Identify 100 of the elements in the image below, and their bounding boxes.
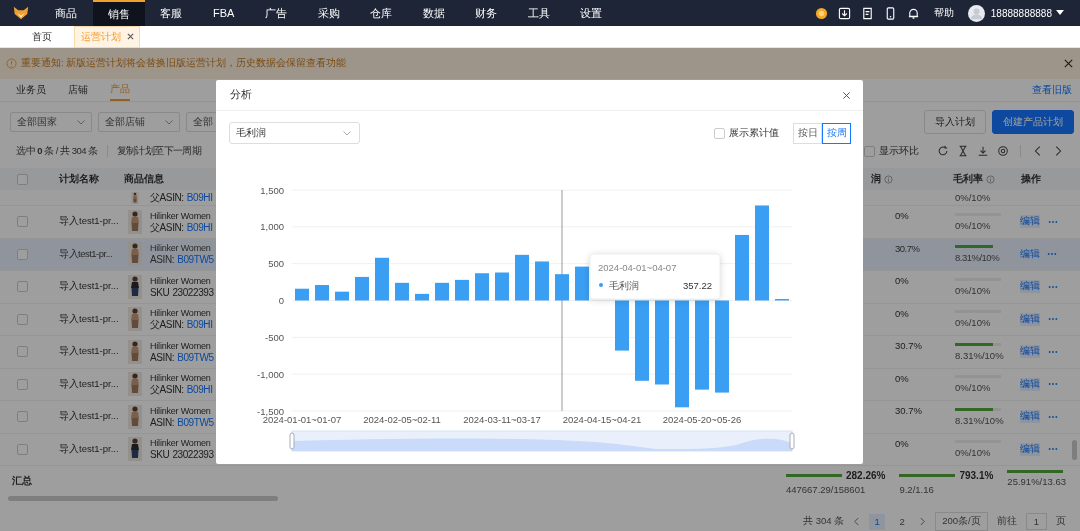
nav-tab[interactable]: 数据: [407, 0, 460, 26]
asin-link[interactable]: B09TW5: [177, 416, 214, 429]
document-icon[interactable]: [860, 6, 874, 20]
chart-bar[interactable]: [375, 257, 389, 301]
row-checkbox[interactable]: [17, 281, 28, 293]
more-icon[interactable]: [1048, 284, 1058, 289]
chart-bar[interactable]: [355, 276, 369, 301]
chart-bar[interactable]: [575, 266, 589, 301]
nav-tab[interactable]: 广告: [250, 0, 303, 26]
fox-logo-icon[interactable]: [12, 4, 30, 22]
close-icon[interactable]: [1063, 58, 1074, 69]
chart-bar[interactable]: [435, 282, 449, 301]
chart-bar[interactable]: [475, 273, 489, 301]
scrollbar-thumb[interactable]: [1072, 440, 1077, 460]
edit-link[interactable]: 编辑: [1020, 442, 1040, 456]
avatar-icon[interactable]: [967, 4, 985, 22]
edit-link[interactable]: 编辑: [1020, 312, 1040, 326]
plan-name[interactable]: 导入test1-pr...: [59, 215, 119, 227]
old-version-link[interactable]: 查看旧版: [1032, 83, 1072, 97]
chart-bar[interactable]: [735, 234, 749, 301]
page-input[interactable]: 1: [1025, 513, 1047, 530]
help-link[interactable]: 帮助: [933, 6, 954, 20]
asin-link[interactable]: B09TW5: [177, 254, 214, 267]
chart-bar[interactable]: [315, 285, 329, 301]
nav-tab[interactable]: 商品: [40, 0, 93, 26]
nav-tab[interactable]: FBA: [197, 0, 250, 26]
more-icon[interactable]: [1048, 349, 1058, 354]
chart-bar[interactable]: [635, 300, 649, 381]
nav-tab[interactable]: 客服: [145, 0, 198, 26]
create-button[interactable]: 创建产品计划: [992, 110, 1074, 134]
edit-link[interactable]: 编辑: [1020, 280, 1040, 294]
nav-tab[interactable]: 设置: [565, 0, 618, 26]
chart-bar[interactable]: [515, 254, 529, 301]
row-checkbox[interactable]: [17, 346, 28, 358]
edit-link[interactable]: 编辑: [1020, 377, 1040, 391]
chart-bar[interactable]: [535, 261, 549, 301]
hourglass-icon[interactable]: [957, 145, 969, 157]
page-button[interactable]: 1: [869, 513, 886, 530]
nav-tab[interactable]: 销售: [92, 0, 145, 26]
plan-name[interactable]: 导入test1-pr...: [59, 312, 119, 324]
more-icon[interactable]: [1048, 317, 1058, 322]
edit-link[interactable]: 编辑: [1020, 345, 1040, 359]
asin-link[interactable]: B09HI: [186, 221, 213, 234]
cumulative-checkbox[interactable]: [714, 127, 725, 139]
row-checkbox[interactable]: [17, 378, 28, 390]
row-checkbox[interactable]: [17, 443, 28, 455]
plan-name[interactable]: 导入test1-pr...: [59, 345, 119, 357]
plan-name[interactable]: 导入test1-pr...: [59, 442, 119, 454]
chart-bar[interactable]: [395, 282, 409, 301]
row-checkbox[interactable]: [17, 313, 28, 325]
asin-link[interactable]: B09HI: [186, 319, 213, 332]
page-size-select[interactable]: 200条/页: [935, 512, 988, 531]
plan-name[interactable]: 导入test1-pr...: [59, 247, 113, 259]
import-button[interactable]: 导入计划: [924, 110, 986, 134]
more-icon[interactable]: [1048, 219, 1058, 224]
nav-tab[interactable]: 采购: [302, 0, 355, 26]
edit-link[interactable]: 编辑: [1020, 247, 1039, 261]
chart-bar[interactable]: [695, 300, 709, 390]
filter-select[interactable]: 全部店铺: [98, 112, 180, 132]
settings-icon[interactable]: [997, 145, 1009, 157]
chart-bar[interactable]: [655, 300, 669, 385]
refresh-icon[interactable]: [937, 145, 949, 157]
chart-bar[interactable]: [755, 205, 769, 301]
caret-icon[interactable]: [1056, 10, 1064, 16]
page-button[interactable]: 2: [894, 513, 911, 530]
chart-bar[interactable]: [335, 291, 349, 301]
asin-link[interactable]: B09TW5: [177, 351, 214, 364]
scrollbar-thumb[interactable]: [8, 496, 278, 501]
more-icon[interactable]: [1048, 447, 1058, 452]
row-checkbox[interactable]: [17, 411, 28, 423]
plan-name[interactable]: 导入test1-pr...: [59, 377, 119, 389]
plan-name[interactable]: 导入test1-pr...: [59, 410, 119, 422]
edit-link[interactable]: 编辑: [1020, 410, 1040, 424]
chart-bar[interactable]: [555, 274, 569, 301]
plan-name[interactable]: 导入test1-pr...: [59, 280, 119, 292]
period-toggle[interactable]: 按日: [793, 122, 822, 144]
close-icon[interactable]: [842, 90, 851, 100]
asin-link[interactable]: B09HI: [186, 191, 213, 204]
edit-link[interactable]: 编辑: [1020, 215, 1040, 229]
nav-tab[interactable]: 工具: [512, 0, 565, 26]
chart-bar[interactable]: [455, 279, 469, 301]
compare-checkbox[interactable]: [864, 145, 875, 157]
page-tab[interactable]: 首页: [22, 26, 62, 47]
sub-tab[interactable]: 业务员: [16, 79, 46, 101]
asin-link[interactable]: B09HI: [186, 384, 213, 397]
chevron-right-icon[interactable]: [919, 517, 927, 526]
more-icon[interactable]: [1047, 252, 1057, 257]
range-slider[interactable]: [289, 430, 795, 452]
close-icon[interactable]: [127, 33, 134, 40]
bell-icon[interactable]: [906, 6, 920, 20]
row-checkbox[interactable]: [17, 216, 28, 228]
user-name[interactable]: 18888888888: [990, 7, 1052, 19]
sub-tab[interactable]: 店铺: [68, 79, 88, 101]
coin-icon[interactable]: [814, 6, 828, 20]
chevron-left-icon[interactable]: [853, 517, 861, 526]
chart-bar[interactable]: [615, 300, 629, 351]
chart-bar[interactable]: [715, 300, 729, 393]
row-checkbox[interactable]: [17, 248, 28, 260]
nav-tab[interactable]: 财务: [460, 0, 513, 26]
metric-select[interactable]: 毛利润: [229, 122, 360, 144]
